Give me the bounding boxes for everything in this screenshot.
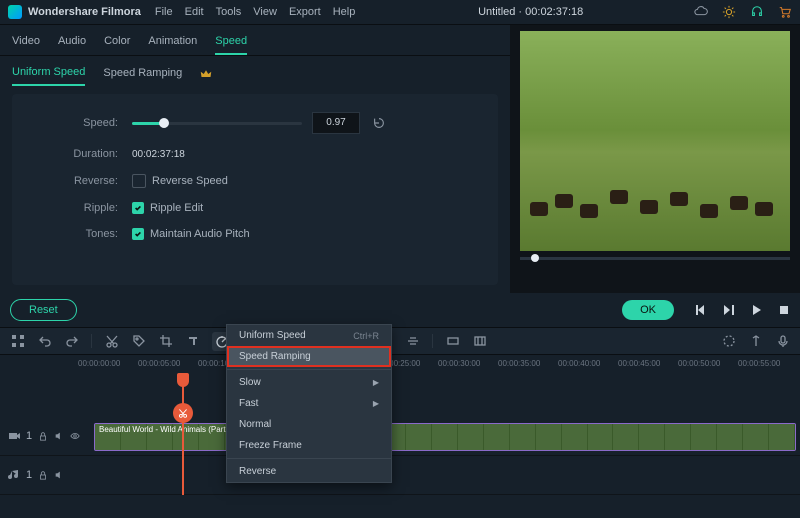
app-logo bbox=[8, 5, 22, 19]
reverse-checkbox[interactable] bbox=[132, 174, 146, 188]
tab-speed[interactable]: Speed bbox=[215, 31, 247, 55]
preview-scrubber[interactable] bbox=[520, 257, 790, 260]
grid-icon[interactable] bbox=[10, 334, 25, 349]
tab-uniform-speed[interactable]: Uniform Speed bbox=[12, 62, 85, 86]
menu-help[interactable]: Help bbox=[333, 6, 356, 18]
next-frame-icon[interactable] bbox=[722, 304, 734, 316]
tones-checkbox[interactable] bbox=[132, 228, 144, 240]
headset-icon[interactable] bbox=[750, 5, 764, 19]
tab-video[interactable]: Video bbox=[12, 31, 40, 55]
ctx-speed-ramping[interactable]: Speed Ramping bbox=[227, 346, 391, 367]
audio-track-icon bbox=[8, 469, 20, 481]
menu-view[interactable]: View bbox=[253, 6, 277, 18]
mute-icon[interactable] bbox=[54, 431, 64, 441]
ctx-normal[interactable]: Normal bbox=[227, 414, 391, 435]
audio-track-num: 1 bbox=[26, 469, 32, 481]
stop-icon[interactable] bbox=[778, 304, 790, 316]
ctx-slow[interactable]: Slow▶ bbox=[227, 372, 391, 393]
marker-icon[interactable] bbox=[748, 334, 763, 349]
speed-slider[interactable] bbox=[132, 122, 302, 125]
cart-icon[interactable] bbox=[778, 5, 792, 19]
mute-icon[interactable] bbox=[54, 470, 64, 480]
crown-icon bbox=[200, 68, 212, 80]
ctx-uniform-speed[interactable]: Uniform SpeedCtrl+R bbox=[227, 325, 391, 346]
reverse-label: Reverse: bbox=[32, 175, 132, 187]
video-clip[interactable]: Beautiful World - Wild Animals (Part...B… bbox=[94, 423, 796, 451]
ripple-label: Ripple: bbox=[32, 202, 132, 214]
tick: 00:00:05:00 bbox=[138, 359, 180, 368]
menu-export[interactable]: Export bbox=[289, 6, 321, 18]
tones-check-label: Maintain Audio Pitch bbox=[150, 228, 250, 240]
timeline-ruler[interactable]: 00:00:00:00 00:00:05:00 00:00:10:00 00:0… bbox=[0, 355, 800, 375]
text-icon[interactable] bbox=[185, 334, 200, 349]
tick: 00:00:35:00 bbox=[498, 359, 540, 368]
ctx-reverse[interactable]: Reverse bbox=[227, 461, 391, 482]
video-track-num: 1 bbox=[26, 430, 32, 442]
tab-speed-ramping[interactable]: Speed Ramping bbox=[103, 63, 182, 85]
app-name: Wondershare Filmora bbox=[28, 6, 141, 18]
eye-icon[interactable] bbox=[70, 431, 80, 441]
tab-animation[interactable]: Animation bbox=[148, 31, 197, 55]
menu-tools[interactable]: Tools bbox=[216, 6, 242, 18]
speed-reset-icon[interactable] bbox=[372, 116, 386, 130]
video-track-icon bbox=[8, 430, 20, 442]
tick: 00:00:40:00 bbox=[558, 359, 600, 368]
menu-edit[interactable]: Edit bbox=[185, 6, 204, 18]
ctx-freeze[interactable]: Freeze Frame bbox=[227, 435, 391, 456]
reverse-check-label: Reverse Speed bbox=[152, 175, 228, 187]
menu-file[interactable]: File bbox=[155, 6, 173, 18]
speed-value[interactable]: 0.97 bbox=[312, 112, 360, 134]
ctx-fast[interactable]: Fast▶ bbox=[227, 393, 391, 414]
tag-icon[interactable] bbox=[131, 334, 146, 349]
lock-icon[interactable] bbox=[38, 470, 48, 480]
tab-audio[interactable]: Audio bbox=[58, 31, 86, 55]
reset-button[interactable]: Reset bbox=[10, 299, 77, 321]
mic-icon[interactable] bbox=[775, 334, 790, 349]
redo-icon[interactable] bbox=[64, 334, 79, 349]
tick: 00:00:55:00 bbox=[738, 359, 780, 368]
playhead[interactable] bbox=[182, 375, 184, 495]
zoom-settings-icon[interactable] bbox=[721, 334, 736, 349]
tick: 00:00:30:00 bbox=[438, 359, 480, 368]
prev-frame-icon[interactable] bbox=[694, 304, 706, 316]
play-icon[interactable] bbox=[750, 304, 762, 316]
speed-label: Speed: bbox=[32, 117, 132, 129]
clip-label: Beautiful World - Wild Animals (Part...B… bbox=[99, 425, 243, 434]
lock-icon[interactable] bbox=[38, 431, 48, 441]
crop-icon[interactable] bbox=[158, 334, 173, 349]
tick: 00:00:45:00 bbox=[618, 359, 660, 368]
cut-icon[interactable] bbox=[104, 334, 119, 349]
tab-color[interactable]: Color bbox=[104, 31, 130, 55]
tool-e-icon[interactable] bbox=[405, 334, 420, 349]
ok-button[interactable]: OK bbox=[622, 300, 674, 320]
tick: 00:00:00:00 bbox=[78, 359, 120, 368]
context-menu: Uniform SpeedCtrl+R Speed Ramping Slow▶ … bbox=[226, 324, 392, 483]
tick: 00:00:50:00 bbox=[678, 359, 720, 368]
ripple-check-label: Ripple Edit bbox=[150, 202, 203, 214]
undo-icon[interactable] bbox=[37, 334, 52, 349]
tool-g-icon[interactable] bbox=[472, 334, 487, 349]
doc-title: Untitled · 00:02:37:18 bbox=[367, 6, 694, 18]
sun-icon[interactable] bbox=[722, 5, 736, 19]
tool-f-icon[interactable] bbox=[445, 334, 460, 349]
duration-value[interactable]: 00:02:37:18 bbox=[132, 149, 185, 160]
duration-label: Duration: bbox=[32, 148, 132, 160]
ripple-checkbox[interactable] bbox=[132, 202, 144, 214]
cloud-icon[interactable] bbox=[694, 5, 708, 19]
tones-label: Tones: bbox=[32, 228, 132, 240]
preview-viewport[interactable] bbox=[520, 31, 790, 251]
